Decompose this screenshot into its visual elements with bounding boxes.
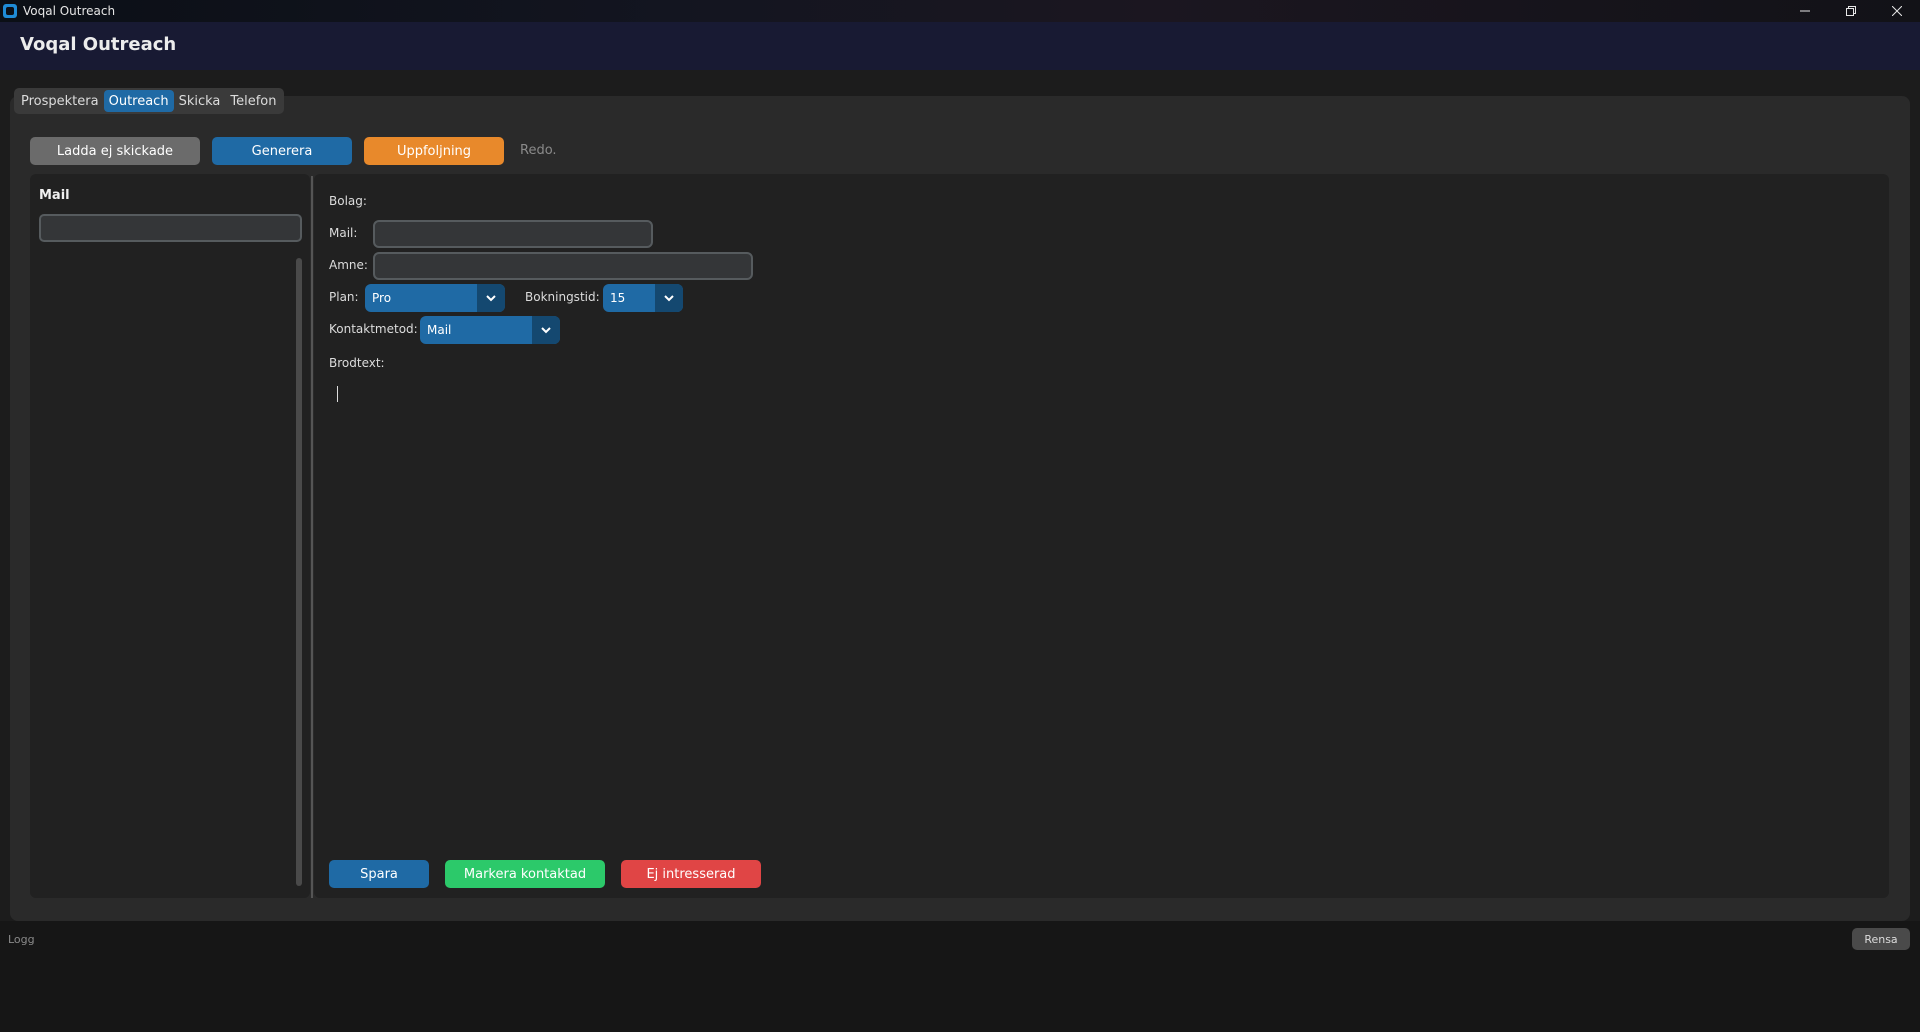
tab-prospektera[interactable]: Prospektera: [16, 90, 104, 112]
panel-splitter[interactable]: [311, 176, 313, 898]
mail-list-title: Mail: [39, 188, 70, 203]
body-textarea[interactable]: [329, 380, 1874, 840]
app-icon: [3, 4, 17, 18]
contact-method-select[interactable]: Mail: [420, 316, 560, 344]
mail-list-panel: Mail: [30, 174, 310, 898]
text-cursor: [337, 386, 338, 402]
generate-button[interactable]: Generera: [212, 137, 352, 165]
load-unsent-button[interactable]: Ladda ej skickade: [30, 137, 200, 165]
close-icon[interactable]: [1874, 0, 1920, 22]
contact-method-select-value: Mail: [427, 323, 452, 337]
chevron-down-icon: [532, 316, 560, 344]
save-button[interactable]: Spara: [329, 860, 429, 888]
plan-label: Plan:: [329, 290, 359, 304]
mail-label: Mail:: [329, 226, 358, 240]
window-title: Voqal Outreach: [23, 4, 116, 18]
plan-select[interactable]: Pro: [365, 284, 505, 312]
mail-search-input[interactable]: [39, 214, 302, 242]
log-label: Logg: [8, 933, 35, 946]
subject-field[interactable]: [373, 252, 753, 280]
tab-outreach[interactable]: Outreach: [103, 90, 174, 112]
app-header: Voqal Outreach: [0, 22, 1920, 70]
booking-time-label: Bokningstid:: [525, 290, 600, 304]
subject-label: Amne:: [329, 258, 368, 272]
restore-icon[interactable]: [1828, 0, 1874, 22]
contact-method-label: Kontaktmetod:: [329, 322, 418, 336]
mark-contacted-button[interactable]: Markera kontaktad: [445, 860, 605, 888]
tab-telefon[interactable]: Telefon: [225, 90, 281, 112]
status-text: Redo.: [520, 143, 557, 158]
body-text-label: Brodtext:: [329, 356, 385, 370]
company-label: Bolag:: [329, 194, 367, 208]
window-titlebar: Voqal Outreach: [0, 0, 1920, 22]
log-area: Logg Rensa: [0, 921, 1920, 1032]
mail-list-scrollbar[interactable]: [296, 258, 302, 886]
followup-button[interactable]: Uppfoljning: [364, 137, 504, 165]
booking-time-select[interactable]: 15: [603, 284, 683, 312]
not-interested-button[interactable]: Ej intresserad: [621, 860, 761, 888]
mail-field[interactable]: [373, 220, 653, 248]
plan-select-value: Pro: [372, 291, 392, 305]
chevron-down-icon: [655, 284, 683, 312]
clear-log-button[interactable]: Rensa: [1852, 928, 1910, 950]
chevron-down-icon: [477, 284, 505, 312]
window-controls: [1782, 0, 1920, 22]
tab-skicka[interactable]: Skicka: [174, 90, 226, 112]
booking-time-select-value: 15: [610, 291, 626, 305]
app-title: Voqal Outreach: [20, 34, 177, 55]
minimize-icon[interactable]: [1782, 0, 1828, 22]
tab-bar: Prospektera Outreach Skicka Telefon: [14, 88, 284, 114]
